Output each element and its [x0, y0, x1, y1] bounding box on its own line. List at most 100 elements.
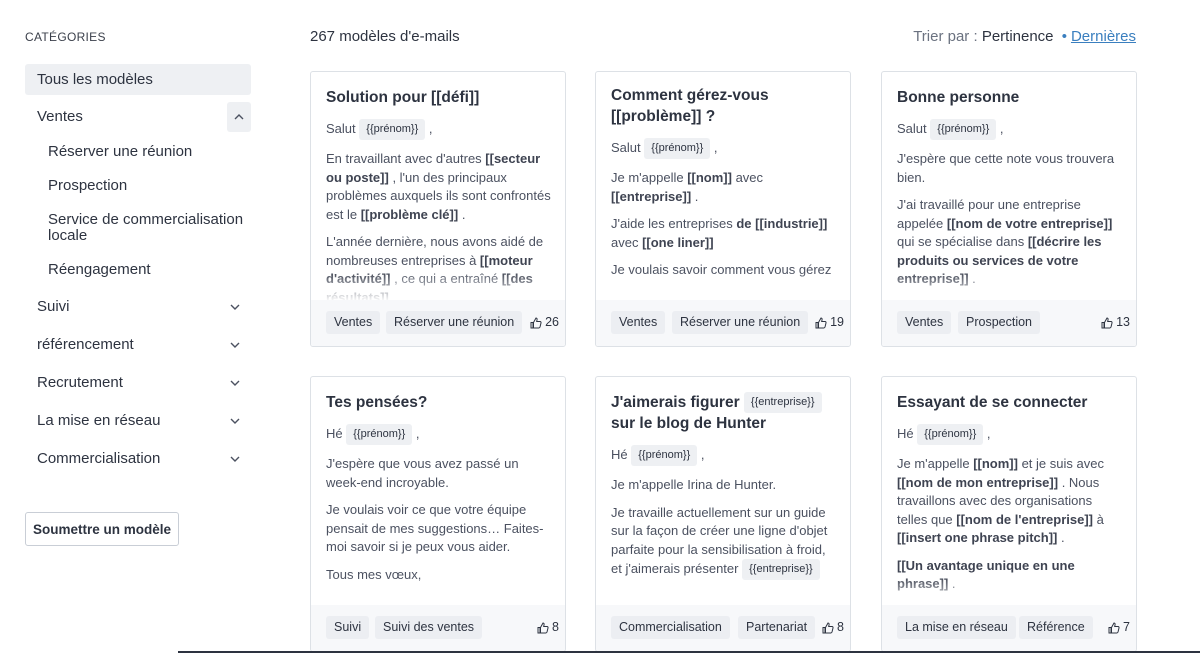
card-paragraph: Je voulais voir ce que votre équipe pens… [326, 502, 544, 555]
card-paragraph: L'année dernière, nous avons aidé de nom… [326, 234, 544, 300]
sidebar-subitem-prospection[interactable]: Prospection [48, 178, 248, 194]
card-greeting: Salut {{prénom}} , [897, 118, 1124, 141]
chevron-down-icon[interactable] [225, 292, 245, 322]
template-card[interactable]: Essayant de se connecter Hé {{prénom}} ,… [881, 376, 1137, 652]
card-paragraph: [[Un avantage unique en une phrase]] . [897, 557, 1075, 592]
card-greeting: Salut {{prénom}} , [326, 118, 553, 141]
sidebar-item-ventes[interactable]: Ventes [25, 102, 251, 132]
sidebar-item-suivi[interactable]: Suivi [25, 292, 251, 322]
sidebar-item-referencement[interactable]: référencement [25, 330, 251, 360]
chevron-down-icon[interactable] [225, 406, 245, 436]
placeholder-token: {{entreprise}} [743, 392, 822, 414]
like-count[interactable]: 26 [530, 311, 559, 334]
thumbs-up-icon [1101, 316, 1113, 328]
placeholder-token: {{prénom}} [644, 138, 711, 160]
card-paragraph: Je m'appelle Irina de Hunter. [611, 477, 777, 493]
card-footer: Ventes Prospection 13 [882, 300, 1136, 346]
chevron-down-icon[interactable] [225, 330, 245, 360]
placeholder-token: {{prénom}} [359, 119, 426, 141]
chevron-down-icon[interactable] [225, 368, 245, 398]
template-card[interactable]: Bonne personne Salut {{prénom}} , J'espè… [881, 71, 1137, 347]
card-greeting: Hé {{prénom}} , [326, 423, 553, 446]
thumbs-up-icon [822, 621, 834, 633]
card-body: J'aimerais figurer {{entreprise}} sur le… [611, 392, 838, 605]
like-count[interactable]: 7 [1108, 616, 1130, 639]
tag-suivi[interactable]: Suivi [326, 616, 370, 639]
card-greeting: Hé {{prénom}} , [897, 423, 1124, 446]
sidebar-item-all-templates[interactable]: Tous les modèles [25, 64, 251, 95]
template-card[interactable]: Tes pensées? Hé {{prénom}} , J'espère qu… [310, 376, 566, 652]
sort-option-latest[interactable]: Dernières [1071, 28, 1136, 45]
placeholder-token: {{entreprise}} [742, 559, 820, 581]
card-footer: Commercialisation Partenariat 8 [596, 605, 850, 651]
greeting-word: Hé [611, 447, 628, 463]
tag-reference[interactable]: Référence [1019, 616, 1093, 639]
card-body: Essayant de se connecter Hé {{prénom}} ,… [897, 392, 1124, 605]
card-title: J'aimerais figurer {{entreprise}} sur le… [611, 392, 838, 434]
sidebar-item-label: Ventes [37, 108, 83, 125]
submit-template-button[interactable]: Soumettre un modèle [25, 512, 179, 546]
title-part: sur le blog de Hunter [611, 415, 767, 433]
like-count[interactable]: 19 [815, 311, 844, 334]
sidebar-item-recrutement[interactable]: Recrutement [25, 368, 251, 398]
like-count-value: 8 [552, 620, 559, 634]
tag-partenariat[interactable]: Partenariat [738, 616, 816, 639]
thumbs-up-icon [1108, 621, 1120, 633]
template-card[interactable]: J'aimerais figurer {{entreprise}} sur le… [595, 376, 851, 652]
like-count[interactable]: 8 [822, 616, 844, 639]
card-paragraph: Je travaille actuellement sur un guide s… [611, 504, 838, 581]
card-paragraph: Je m'appelle [[nom]] avec [[entreprise]]… [611, 170, 764, 204]
like-count-value: 7 [1123, 620, 1130, 634]
greeting-word: Salut [611, 140, 641, 155]
card-greeting: Hé {{prénom}} , [611, 444, 838, 467]
card-footer: Ventes Réserver une réunion 19 [596, 300, 850, 346]
sidebar-subitem-reengagement[interactable]: Réengagement [48, 262, 248, 278]
like-count-value: 26 [545, 315, 559, 329]
sort-control: Trier par : Pertinence • Dernières [913, 28, 1136, 45]
tag-commercialisation[interactable]: Commercialisation [611, 616, 730, 639]
chevron-up-icon[interactable] [227, 102, 251, 132]
sidebar-subitem-service-local[interactable]: Service de commercialisation locale [48, 212, 248, 244]
thumbs-up-icon [815, 316, 827, 328]
tag-reserver-reunion[interactable]: Réserver une réunion [672, 311, 809, 334]
card-paragraph: En travaillant avec d'autres [[secteur o… [326, 151, 551, 222]
sidebar-subitem-reserver[interactable]: Réserver une réunion [48, 144, 248, 160]
template-count: 267 modèles d'e-mails [310, 28, 460, 45]
sidebar-item-commercialisation[interactable]: Commercialisation [25, 444, 251, 474]
card-paragraph: Je voulais savoir comment vous gérez [611, 262, 832, 278]
title-part: J'aimerais figurer [611, 394, 740, 411]
placeholder-token: {{prénom}} [917, 424, 984, 446]
tag-ventes[interactable]: Ventes [611, 311, 666, 334]
card-title: Tes pensées? [326, 394, 428, 411]
card-paragraph: J'espère que vous avez passé un week-end… [326, 456, 519, 490]
sidebar-item-label: Suivi [37, 298, 70, 315]
template-card[interactable]: Comment gérez-vous [[problème]] ? Salut … [595, 71, 851, 347]
card-body: Solution pour [[défi]] Salut {{prénom}} … [326, 87, 553, 300]
card-body: Tes pensées? Hé {{prénom}} , J'espère qu… [326, 392, 553, 605]
sort-prefix: Trier par : [913, 28, 978, 45]
tag-mise-en-reseau[interactable]: La mise en réseau [897, 616, 1016, 639]
greeting-word: Hé [897, 426, 914, 441]
tag-ventes[interactable]: Ventes [326, 311, 381, 334]
placeholder-token: {{prénom}} [631, 445, 698, 467]
sidebar-item-label: Commercialisation [37, 450, 161, 467]
tag-reserver-reunion[interactable]: Réserver une réunion [386, 311, 523, 334]
sort-option-relevance[interactable]: Pertinence [982, 28, 1054, 45]
card-paragraph: Je m'appelle [[nom]] et je suis avec [[n… [897, 456, 1104, 546]
template-card[interactable]: Solution pour [[défi]] Salut {{prénom}} … [310, 71, 566, 347]
tag-prospection[interactable]: Prospection [958, 311, 1041, 334]
tag-ventes[interactable]: Ventes [897, 311, 952, 334]
sidebar-item-label: référencement [37, 336, 134, 353]
card-paragraph: J'ai travaillé pour une entreprise appel… [897, 197, 1113, 287]
greeting-word: Salut [326, 121, 356, 136]
card-footer: La mise en réseau Référence 7 [882, 605, 1136, 651]
like-count[interactable]: 13 [1101, 311, 1130, 334]
card-body: Comment gérez-vous [[problème]] ? Salut … [611, 85, 838, 300]
card-title: Solution pour [[défi]] [326, 89, 480, 106]
thumbs-up-icon [537, 621, 549, 633]
card-title: Bonne personne [897, 89, 1020, 106]
tag-suivi-ventes[interactable]: Suivi des ventes [375, 616, 483, 639]
like-count[interactable]: 8 [537, 616, 559, 639]
sidebar-item-mise-en-reseau[interactable]: La mise en réseau [25, 406, 251, 436]
chevron-down-icon[interactable] [225, 444, 245, 474]
